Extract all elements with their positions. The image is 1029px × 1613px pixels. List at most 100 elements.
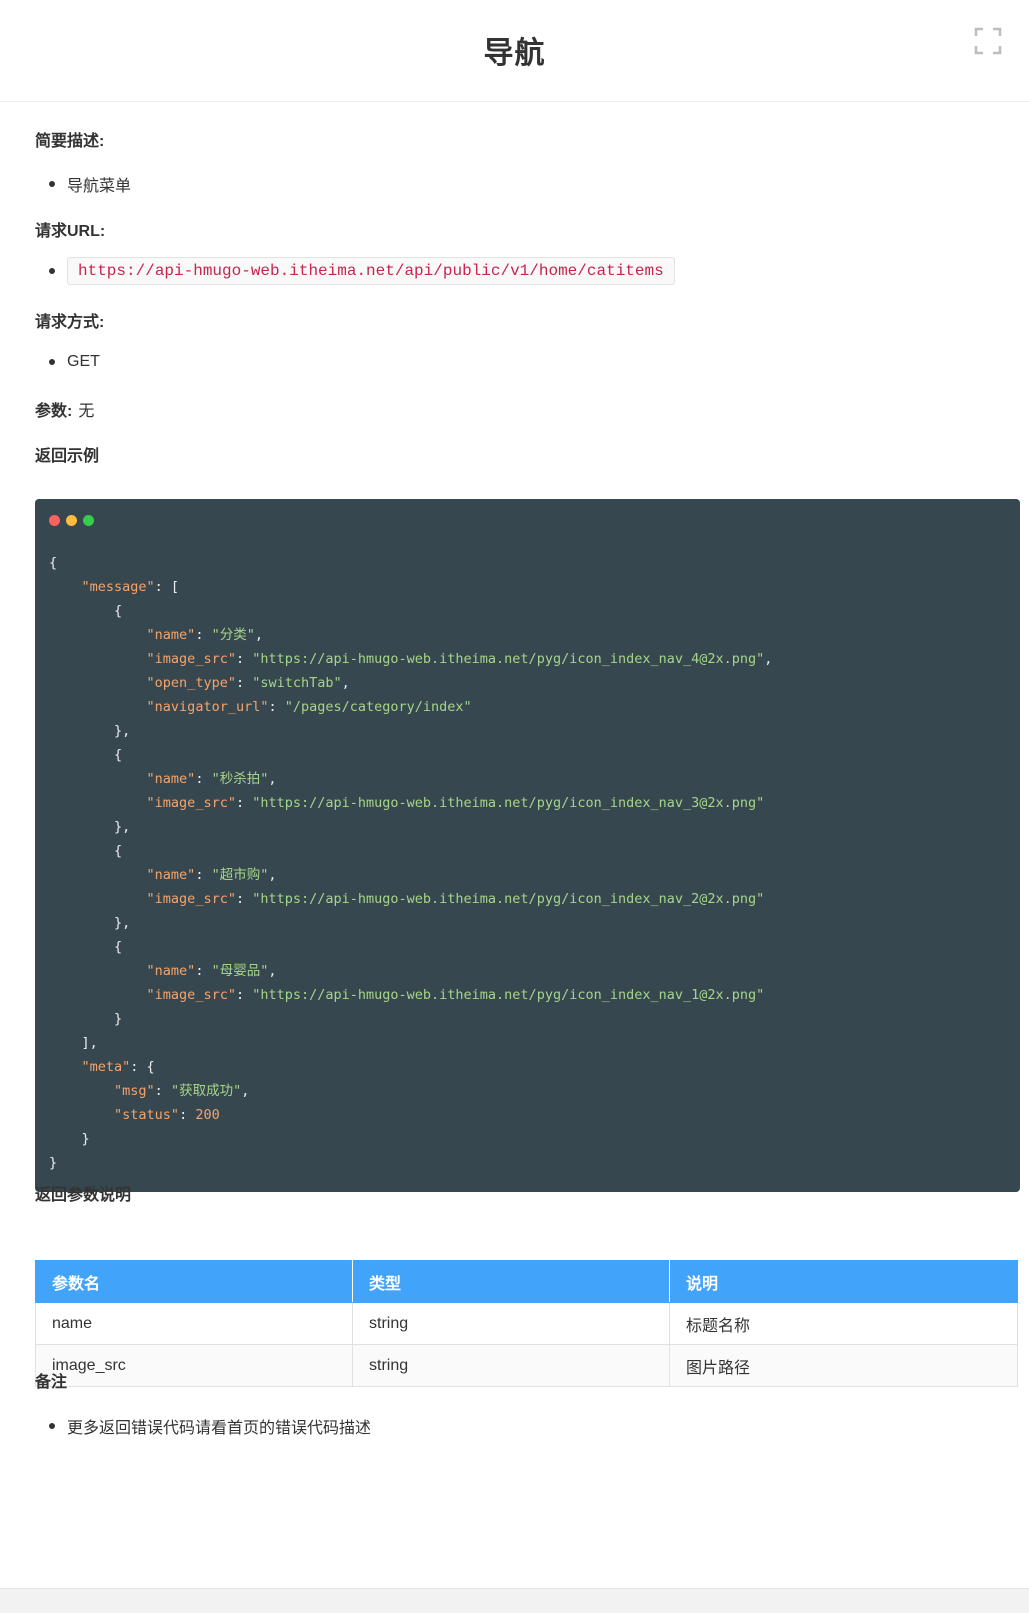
- notes-heading: 备注: [35, 1374, 68, 1391]
- code-token-pun: ,: [341, 675, 350, 691]
- code-token-pun: :: [179, 1107, 196, 1123]
- code-line: {: [49, 599, 772, 623]
- table-header-cell: 参数名: [35, 1260, 353, 1303]
- code-token-key: "name": [146, 963, 196, 979]
- code-token-pun: :: [195, 627, 212, 643]
- code-line: "status": 200: [49, 1103, 772, 1127]
- notes-item: 更多返回错误代码请看首页的错误代码描述: [49, 1414, 371, 1438]
- code-token-pun: },: [49, 915, 131, 931]
- code-token-pun: {: [49, 939, 123, 955]
- code-token-pun: :: [195, 867, 212, 883]
- window-close-dot: [49, 515, 60, 526]
- method-item: GET: [49, 353, 100, 371]
- code-token-pun: {: [49, 843, 123, 859]
- params-label: 参数:: [35, 403, 73, 420]
- code-token-pun: },: [49, 723, 131, 739]
- page-title: 导航: [483, 37, 546, 70]
- params-value: 无: [78, 403, 95, 420]
- code-line: }: [49, 1127, 772, 1151]
- code-line: "open_type": "switchTab",: [49, 671, 772, 695]
- table-cell: string: [352, 1344, 670, 1387]
- code-token-str: "分类": [211, 627, 255, 643]
- code-token-key: "status": [114, 1107, 180, 1123]
- code-token-str: "获取成功": [170, 1083, 242, 1099]
- code-token-pun: },: [49, 819, 131, 835]
- code-token-pun: [49, 699, 147, 715]
- code-token-str: "https://api-hmugo-web.itheima.net/pyg/i…: [252, 795, 765, 811]
- response-params-heading: 返回参数说明: [35, 1187, 132, 1204]
- code-token-str: "https://api-hmugo-web.itheima.net/pyg/i…: [252, 891, 765, 907]
- code-token-pun: ,: [241, 1083, 250, 1099]
- code-token-key: "message": [81, 579, 155, 595]
- code-token-pun: [49, 579, 82, 595]
- code-token-pun: :: [235, 795, 253, 811]
- code-line: },: [49, 911, 772, 935]
- code-token-pun: }: [49, 1011, 123, 1027]
- code-token-key: "navigator_url": [146, 699, 269, 715]
- code-token-str: "/pages/category/index": [284, 699, 472, 715]
- code-token-pun: :: [195, 771, 212, 787]
- code-line: "meta": {: [49, 1055, 772, 1079]
- code-token-pun: :: [235, 651, 253, 667]
- table-cell: 图片路径: [669, 1344, 1018, 1387]
- code-line: {: [49, 551, 772, 575]
- code-line: "image_src": "https://api-hmugo-web.ithe…: [49, 647, 773, 671]
- code-token-str: "switchTab": [252, 675, 342, 691]
- code-token-pun: [49, 771, 147, 787]
- code-line: "image_src": "https://api-hmugo-web.ithe…: [49, 791, 772, 815]
- window-minimize-dot: [66, 515, 77, 526]
- code-token-key: "image_src": [146, 987, 236, 1003]
- code-token-pun: ,: [268, 963, 277, 979]
- table-row: name string 标题名称: [35, 1302, 1018, 1345]
- code-line: ],: [49, 1031, 772, 1055]
- table-cell: string: [352, 1302, 670, 1345]
- code-token-key: "name": [146, 627, 196, 643]
- code-token-key: "msg": [114, 1083, 155, 1099]
- code-line: "name": "秒杀拍",: [49, 767, 772, 791]
- table-row: image_src string 图片路径: [35, 1344, 1018, 1387]
- code-token-pun: {: [49, 603, 123, 619]
- code-token-pun: :: [195, 963, 212, 979]
- code-token-num: 200: [195, 1107, 220, 1123]
- window-maximize-dot: [83, 515, 94, 526]
- code-token-pun: [49, 987, 147, 1003]
- bullet-icon: [49, 268, 55, 274]
- method-value: GET: [67, 353, 100, 370]
- page-header: 导航: [0, 0, 1029, 102]
- url-heading: 请求URL:: [35, 223, 106, 240]
- response-example-heading: 返回示例: [35, 448, 100, 465]
- notes-item-text: 更多返回错误代码请看首页的错误代码描述: [67, 1420, 372, 1437]
- code-token-key: "image_src": [146, 651, 236, 667]
- fullscreen-icon[interactable]: [974, 27, 1002, 55]
- code-token-key: "name": [146, 867, 196, 883]
- code-token-pun: :: [235, 675, 253, 691]
- code-token-pun: ,: [764, 651, 773, 667]
- code-content[interactable]: { "message": [ { "name": "分类", "image_sr…: [49, 551, 772, 1175]
- code-token-key: "meta": [81, 1059, 131, 1075]
- code-token-pun: :: [268, 699, 285, 715]
- code-line: {: [49, 839, 772, 863]
- code-token-str: "https://api-hmugo-web.itheima.net/pyg/i…: [252, 651, 765, 667]
- code-token-pun: }: [49, 1131, 90, 1147]
- table-cell: name: [35, 1302, 353, 1345]
- code-token-pun: }: [49, 1155, 58, 1171]
- code-line: "image_src": "https://api-hmugo-web.ithe…: [49, 983, 772, 1007]
- code-token-pun: [49, 867, 147, 883]
- code-line: "navigator_url": "/pages/category/index": [49, 695, 772, 719]
- code-token-str: "超市购": [211, 867, 269, 883]
- code-token-pun: [49, 1059, 82, 1075]
- code-line: "msg": "获取成功",: [49, 1079, 772, 1103]
- code-line: {: [49, 743, 772, 767]
- code-token-pun: ,: [254, 627, 263, 643]
- code-token-pun: [49, 795, 147, 811]
- bullet-icon: [49, 181, 55, 187]
- summary-item-text: 导航菜单: [67, 178, 132, 195]
- doc-page: 导航 简要描述: 导航菜单 请求URL: https://api-hmugo-w…: [0, 0, 1029, 1589]
- code-line: "name": "超市购",: [49, 863, 772, 887]
- summary-item: 导航菜单: [49, 172, 131, 196]
- params-table: 参数名 类型 说明 name string 标题名称 image_src str…: [35, 1260, 1018, 1387]
- code-token-key: "image_src": [146, 795, 236, 811]
- code-token-pun: [49, 963, 147, 979]
- request-url[interactable]: https://api-hmugo-web.itheima.net/api/pu…: [67, 257, 675, 285]
- table-header-row: 参数名 类型 说明: [35, 1260, 1018, 1303]
